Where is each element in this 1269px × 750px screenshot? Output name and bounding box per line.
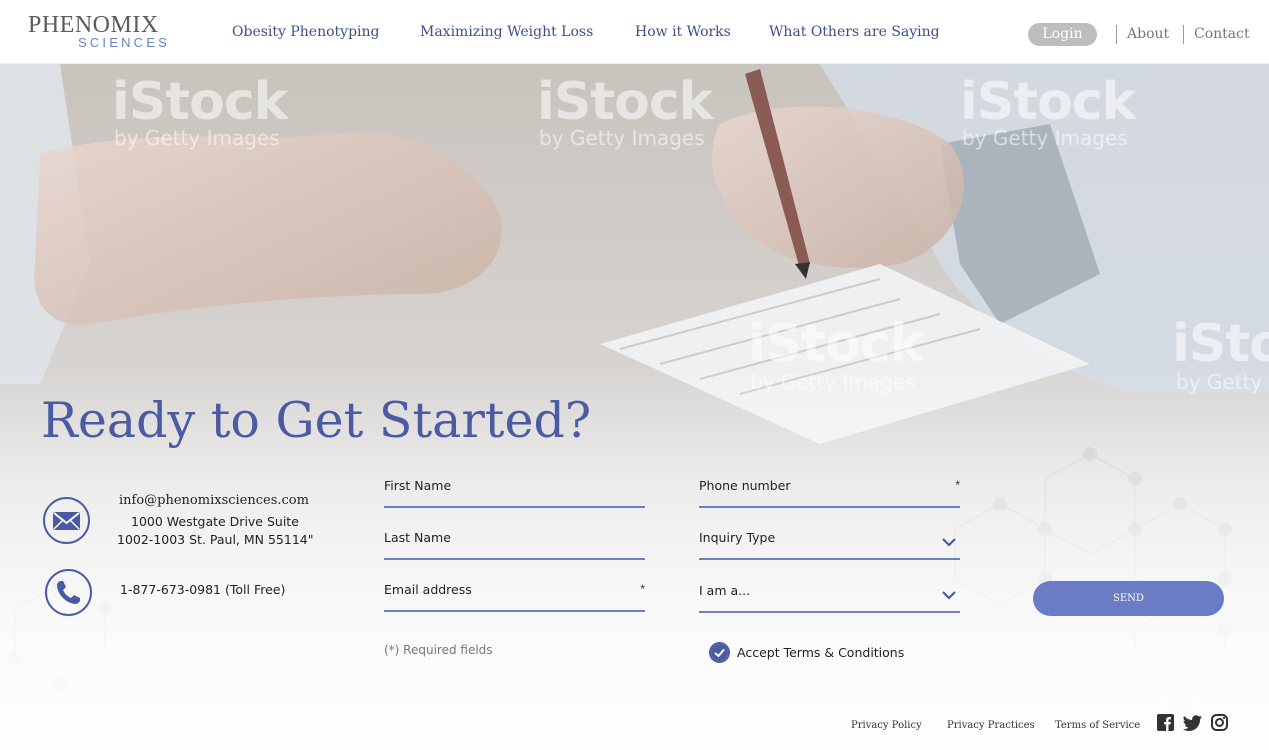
facebook-icon[interactable] <box>1157 714 1174 731</box>
inquiry-type-select[interactable] <box>699 524 960 560</box>
send-button[interactable]: SEND <box>1033 581 1224 616</box>
first-name-input[interactable] <box>384 478 624 493</box>
watermark-brand: iStock <box>960 72 1136 132</box>
i-am-input[interactable] <box>699 583 939 598</box>
watermark-sub: by Getty Images <box>750 370 916 394</box>
nav-how-it-works[interactable]: How it Works <box>635 24 731 40</box>
phone-field[interactable]: * <box>699 472 960 508</box>
nav-obesity-phenotyping[interactable]: Obesity Phenotyping <box>232 24 380 40</box>
accept-terms-checkbox[interactable] <box>709 642 730 663</box>
watermark-brand: iStock <box>1172 314 1269 374</box>
login-button[interactable]: Login <box>1028 23 1097 46</box>
watermark-sub: by Getty Images <box>1176 370 1269 394</box>
watermark-sub: by Getty Images <box>962 126 1128 150</box>
phone-icon-circle[interactable] <box>45 569 92 616</box>
watermark-sub: by Getty Images <box>114 126 280 150</box>
accept-terms-label[interactable]: Accept Terms & Conditions <box>737 645 904 660</box>
required-marker: * <box>640 582 645 596</box>
contact-address-line2: 1002-1003 St. Paul, MN 55114" <box>117 532 314 547</box>
watermark-brand: iStock <box>537 72 713 132</box>
page-title: Ready to Get Started? <box>41 392 592 449</box>
header-divider <box>1183 25 1184 44</box>
chevron-down-icon[interactable] <box>942 538 956 547</box>
privacy-policy-link[interactable]: Privacy Policy <box>851 720 922 731</box>
about-link[interactable]: About <box>1127 26 1169 42</box>
phone-icon <box>57 581 80 604</box>
last-name-input[interactable] <box>384 530 624 545</box>
contact-link[interactable]: Contact <box>1194 26 1250 42</box>
chevron-down-icon[interactable] <box>942 591 956 600</box>
inquiry-type-input[interactable] <box>699 530 939 545</box>
envelope-icon <box>53 512 80 530</box>
logo-subtitle: SCIENCES <box>77 35 170 50</box>
contact-phone[interactable]: 1-877-673-0981 (Toll Free) <box>120 582 285 597</box>
header-divider <box>1116 25 1117 44</box>
logo-wordmark: PHENOMIX <box>28 12 159 38</box>
email-field[interactable]: * <box>384 576 645 612</box>
watermark-brand: iStock <box>748 314 924 374</box>
site-header: PHENOMIX SCIENCES Obesity Phenotyping Ma… <box>0 0 1269 64</box>
checkmark-icon <box>711 644 728 661</box>
privacy-practices-link[interactable]: Privacy Practices <box>947 720 1035 731</box>
logo[interactable]: PHENOMIX SCIENCES <box>28 12 170 50</box>
nav-what-others-are-saying[interactable]: What Others are Saying <box>769 24 940 40</box>
required-fields-note: (*) Required fields <box>384 643 493 657</box>
twitter-icon[interactable] <box>1183 715 1202 731</box>
watermark-brand: iStock <box>112 72 288 132</box>
required-marker: * <box>955 478 960 492</box>
contact-address-line1: 1000 Westgate Drive Suite <box>131 514 299 529</box>
nav-maximizing-weight-loss[interactable]: Maximizing Weight Loss <box>420 24 593 40</box>
terms-of-service-link[interactable]: Terms of Service <box>1055 720 1140 731</box>
phone-input[interactable] <box>699 478 939 493</box>
watermark-sub: by Getty Images <box>539 126 705 150</box>
email-input[interactable] <box>384 582 624 597</box>
instagram-icon[interactable] <box>1211 714 1228 731</box>
contact-email[interactable]: info@phenomixsciences.com <box>119 493 309 508</box>
first-name-field[interactable] <box>384 472 645 508</box>
last-name-field[interactable] <box>384 524 645 560</box>
email-icon-circle[interactable] <box>43 497 90 544</box>
i-am-select[interactable] <box>699 577 960 613</box>
